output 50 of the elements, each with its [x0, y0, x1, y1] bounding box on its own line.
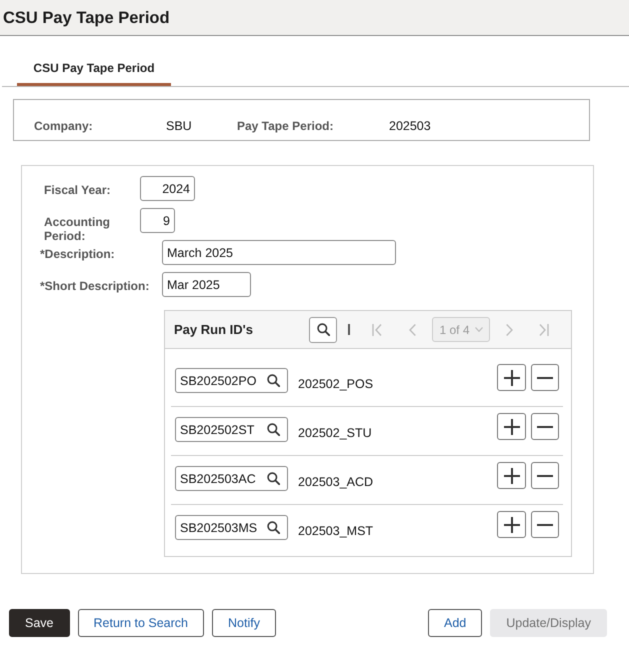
plus-icon	[504, 418, 520, 434]
field-label: Fiscal Year:	[44, 182, 112, 197]
pay-run-id-field[interactable]: SB202503MS	[175, 515, 288, 540]
plus-icon	[504, 468, 520, 484]
summary-label: Pay Tape Period:	[237, 118, 334, 134]
field-label: *Description:	[40, 246, 116, 261]
add-row-button[interactable]	[497, 462, 526, 489]
pay-run-id-field[interactable]: SB202502PO	[175, 368, 288, 393]
text-field[interactable]: Mar 2025	[162, 272, 251, 297]
tab[interactable]: CSU Pay Tape Period	[17, 52, 171, 86]
search-icon[interactable]	[267, 423, 280, 436]
search-icon[interactable]	[267, 472, 280, 485]
delete-row-button[interactable]	[531, 462, 559, 489]
delete-row-button[interactable]	[531, 413, 559, 440]
search-button[interactable]	[309, 316, 337, 342]
search-icon[interactable]	[267, 374, 280, 387]
pay-run-id-field[interactable]: SB202502ST	[175, 417, 288, 442]
number-field[interactable]: 2024	[140, 176, 195, 201]
summary-label: Company:	[34, 118, 94, 134]
field-label: Accounting Period:	[44, 214, 111, 243]
save-button[interactable]: Save	[9, 609, 70, 637]
search-icon	[316, 323, 330, 336]
delete-row-button[interactable]	[531, 364, 559, 391]
minus-icon	[537, 474, 553, 476]
page-title: CSU Pay Tape Period	[3, 8, 170, 28]
summary-value: 202503	[389, 118, 431, 134]
plus-icon	[504, 370, 520, 386]
run-description: 202503_ACD	[298, 475, 374, 489]
return-to-search-button[interactable]: Return to Search	[78, 609, 204, 637]
number-field[interactable]: 9	[140, 208, 175, 233]
minus-icon	[537, 426, 553, 428]
run-description: 202502_STU	[298, 426, 373, 440]
add-button[interactable]: Add	[428, 609, 482, 637]
notify-button[interactable]: Notify	[212, 609, 276, 637]
add-row-button[interactable]	[497, 511, 526, 538]
add-row-button[interactable]	[497, 413, 526, 440]
chevron-down-icon	[474, 327, 483, 332]
minus-icon	[537, 524, 553, 526]
grid-title: Pay Run ID's	[174, 320, 254, 339]
minus-icon	[537, 376, 553, 378]
delete-row-button[interactable]	[531, 511, 559, 538]
run-description: 202503_MST	[298, 524, 374, 538]
field-label: *Short Description:	[40, 278, 150, 293]
add-row-button[interactable]	[497, 364, 526, 391]
pay-run-id-field[interactable]: SB202503AC	[175, 466, 288, 491]
text-field[interactable]: March 2025	[162, 240, 396, 265]
search-icon[interactable]	[267, 521, 280, 534]
run-description: 202502_POS	[298, 377, 374, 391]
summary-value: SBU	[166, 118, 193, 134]
plus-icon	[504, 516, 520, 532]
